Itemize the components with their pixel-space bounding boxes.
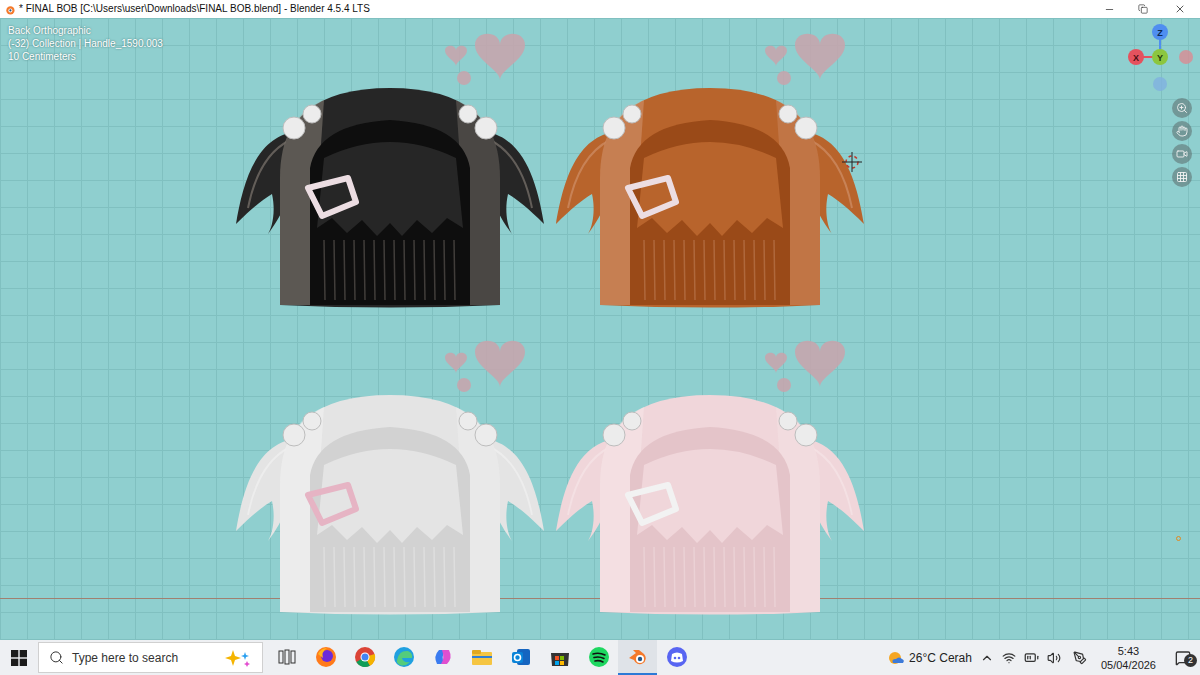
taskbar: Type here to search 26°C Cerah 5:4305/04/2… [0, 640, 1200, 675]
taskbar-app[interactable] [384, 640, 423, 675]
clock-date: 05/04/2026 [1101, 658, 1156, 672]
taskbar-app[interactable] [540, 640, 579, 675]
battery-icon[interactable] [1024, 650, 1039, 665]
search-box[interactable]: Type here to search [38, 642, 263, 673]
restore-button[interactable] [1126, 0, 1160, 18]
app-icon [588, 646, 610, 668]
notifications-badge: 2 [1184, 654, 1197, 667]
taskbar-app[interactable] [267, 640, 306, 675]
notifications-button[interactable]: 2 [1170, 650, 1196, 666]
taskbar-app[interactable] [579, 640, 618, 675]
chevron-up-icon[interactable] [980, 651, 994, 665]
pan-icon [1176, 125, 1188, 137]
app-icon [278, 649, 296, 665]
search-icon [49, 650, 64, 665]
blender-screen: * FINAL BOB [C:\Users\user\Downloads\FIN… [0, 0, 1200, 675]
pen-icon[interactable] [1073, 651, 1087, 665]
restore-icon [1138, 4, 1148, 14]
search-placeholder: Type here to search [72, 649, 216, 667]
3d-cursor-icon [842, 152, 862, 172]
taskbar-app[interactable] [657, 640, 696, 675]
nav-button[interactable] [1172, 98, 1192, 118]
svg-text:X: X [1133, 53, 1139, 63]
taskbar-app[interactable] [345, 640, 384, 675]
system-tray: 26°C Cerah 5:4305/04/2026 2 [887, 640, 1200, 675]
window-title: * FINAL BOB [C:\Users\user\Downloads\FIN… [19, 4, 370, 14]
app-icon [666, 646, 688, 668]
taskbar-app[interactable] [618, 640, 657, 675]
taskbar-app[interactable] [501, 640, 540, 675]
app-icon [393, 646, 415, 668]
camera-icon [1176, 148, 1188, 160]
app-icon [354, 646, 376, 668]
origin-dot [1176, 536, 1181, 541]
nav-button[interactable] [1172, 121, 1192, 141]
zoom-icon [1176, 102, 1188, 114]
blender-icon [4, 4, 15, 15]
hair-model[interactable] [552, 28, 872, 308]
app-icon [627, 646, 649, 668]
viewport-overlay: Back Orthographic(-32) Collection | Hand… [8, 24, 163, 63]
close-icon [1174, 3, 1186, 15]
app-icon [549, 647, 571, 667]
taskbar-app[interactable] [462, 640, 501, 675]
weather-widget[interactable]: 26°C Cerah [887, 649, 972, 667]
hair-model[interactable] [232, 28, 552, 308]
3d-viewport[interactable]: Back Orthographic(-32) Collection | Hand… [0, 18, 1200, 640]
minimize-icon [1104, 4, 1115, 15]
clock[interactable]: 5:4305/04/2026 [1095, 644, 1162, 672]
app-icon [315, 646, 337, 668]
hair-model[interactable] [552, 335, 872, 615]
wifi-icon[interactable] [1002, 651, 1016, 665]
taskbar-apps [267, 640, 696, 675]
overlay-text: 10 Centimeters [8, 50, 163, 63]
overlay-text: Back Orthographic [8, 24, 163, 37]
minimize-button[interactable] [1092, 0, 1126, 18]
nav-button[interactable] [1172, 167, 1192, 187]
app-icon [471, 648, 493, 666]
windows-icon [11, 650, 27, 666]
svg-text:Y: Y [1157, 53, 1163, 63]
grid-icon [1176, 171, 1188, 183]
weather-text: 26°C Cerah [909, 649, 972, 667]
navigation-gizmo[interactable]: Z X Y [1128, 22, 1198, 96]
clock-time: 5:43 [1118, 644, 1139, 658]
volume-icon[interactable] [1047, 651, 1061, 665]
start-button[interactable] [0, 640, 38, 675]
taskbar-app[interactable] [306, 640, 345, 675]
svg-text:Z: Z [1157, 28, 1163, 38]
overlay-text: (-32) Collection | Handle_1590.003 [8, 37, 163, 50]
taskbar-app[interactable] [423, 640, 462, 675]
view-navigation [1172, 98, 1192, 187]
sparkle-icon [224, 649, 252, 667]
nav-button[interactable] [1172, 144, 1192, 164]
app-icon [510, 646, 532, 668]
weather-icon [887, 649, 905, 667]
app-icon [432, 646, 454, 668]
title-bar: * FINAL BOB [C:\Users\user\Downloads\FIN… [0, 0, 1200, 18]
hair-model[interactable] [232, 335, 552, 615]
close-button[interactable] [1160, 0, 1200, 18]
